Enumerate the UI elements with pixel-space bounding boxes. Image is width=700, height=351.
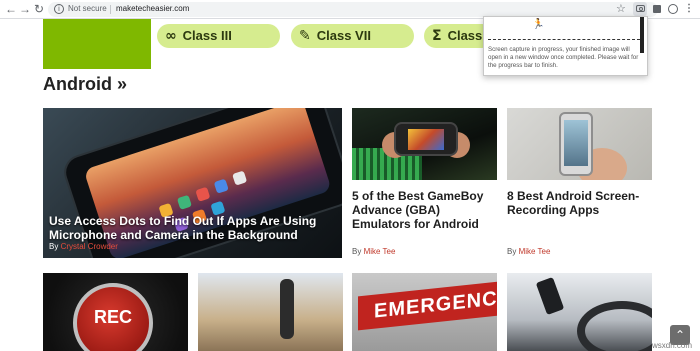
nav-pill-label: Class <box>447 28 483 43</box>
profile-avatar-icon[interactable] <box>666 2 680 16</box>
screen-capture-extension-icon[interactable] <box>633 2 647 16</box>
byline-label: By <box>49 242 59 251</box>
runner-thumbnail[interactable] <box>198 273 343 351</box>
author-link[interactable]: Mike Tee <box>519 247 551 256</box>
progress-track <box>488 39 640 40</box>
section-heading-android[interactable]: Android » <box>43 74 127 95</box>
bookmark-star-icon[interactable]: ☆ <box>616 2 626 15</box>
screen-capture-popup: 🏃 Screen capture in progress, your finis… <box>483 16 648 76</box>
info-icon[interactable]: i <box>54 4 64 14</box>
byline-label: By <box>352 247 362 256</box>
emergency-thumbnail[interactable]: EMERGENCY <box>352 273 497 351</box>
capture-progress-message: Screen capture in progress, your finishe… <box>488 46 639 69</box>
gba-emulators-thumbnail[interactable] <box>352 108 497 180</box>
featured-author-link[interactable]: Crystal Crowder <box>61 242 118 251</box>
screen-recording-thumbnail[interactable] <box>507 108 652 180</box>
nav-pill-label: Class VII <box>316 28 371 43</box>
featured-article-card[interactable]: Use Access Dots to Find Out If Apps Are … <box>43 108 342 258</box>
author-link[interactable]: Mike Tee <box>364 247 396 256</box>
site-logo-block[interactable] <box>43 19 151 69</box>
forward-arrow-icon[interactable]: → <box>18 2 32 16</box>
pencil-icon: ✎ <box>299 28 311 44</box>
screen-recording-title[interactable]: 8 Best Android Screen-Recording Apps <box>507 189 652 217</box>
featured-byline: By Crystal Crowder <box>49 242 118 251</box>
rec-label: REC <box>73 283 153 351</box>
byline-label: By <box>507 247 517 256</box>
featured-article-title[interactable]: Use Access Dots to Find Out If Apps Are … <box>49 214 334 242</box>
browser-menu-icon[interactable]: ⋮ <box>682 2 696 16</box>
extensions-puzzle-icon[interactable] <box>650 2 664 16</box>
running-man-icon: 🏃 <box>532 19 545 30</box>
reload-icon[interactable]: ↻ <box>32 2 46 16</box>
gba-emulators-byline: By Mike Tee <box>352 247 395 256</box>
omnibox-divider <box>110 5 111 14</box>
progress-bar-end <box>640 17 644 53</box>
screen-recording-byline: By Mike Tee <box>507 247 550 256</box>
address-bar[interactable]: i Not secure maketecheasier.com ☆ <box>48 2 658 17</box>
watermark-text: wsxdn.com <box>652 341 693 350</box>
nav-pill-class-iii[interactable]: ∞ Class III <box>157 24 280 48</box>
sigma-icon: Σ <box>432 28 442 44</box>
url-text[interactable]: maketecheasier.com <box>116 4 189 13</box>
security-status: Not secure <box>68 4 107 13</box>
emergency-sign-label: EMERGENCY <box>358 281 497 331</box>
nav-pill-class-vii[interactable]: ✎ Class VII <box>291 24 414 48</box>
rec-button-thumbnail[interactable]: REC <box>43 273 188 351</box>
gba-emulators-title[interactable]: 5 of the Best GameBoy Advance (GBA) Emul… <box>352 189 497 231</box>
back-arrow-icon[interactable]: ← <box>4 2 18 16</box>
car-phone-thumbnail[interactable] <box>507 273 652 351</box>
infinity-icon: ∞ <box>165 28 177 44</box>
nav-pill-label: Class III <box>182 28 232 43</box>
